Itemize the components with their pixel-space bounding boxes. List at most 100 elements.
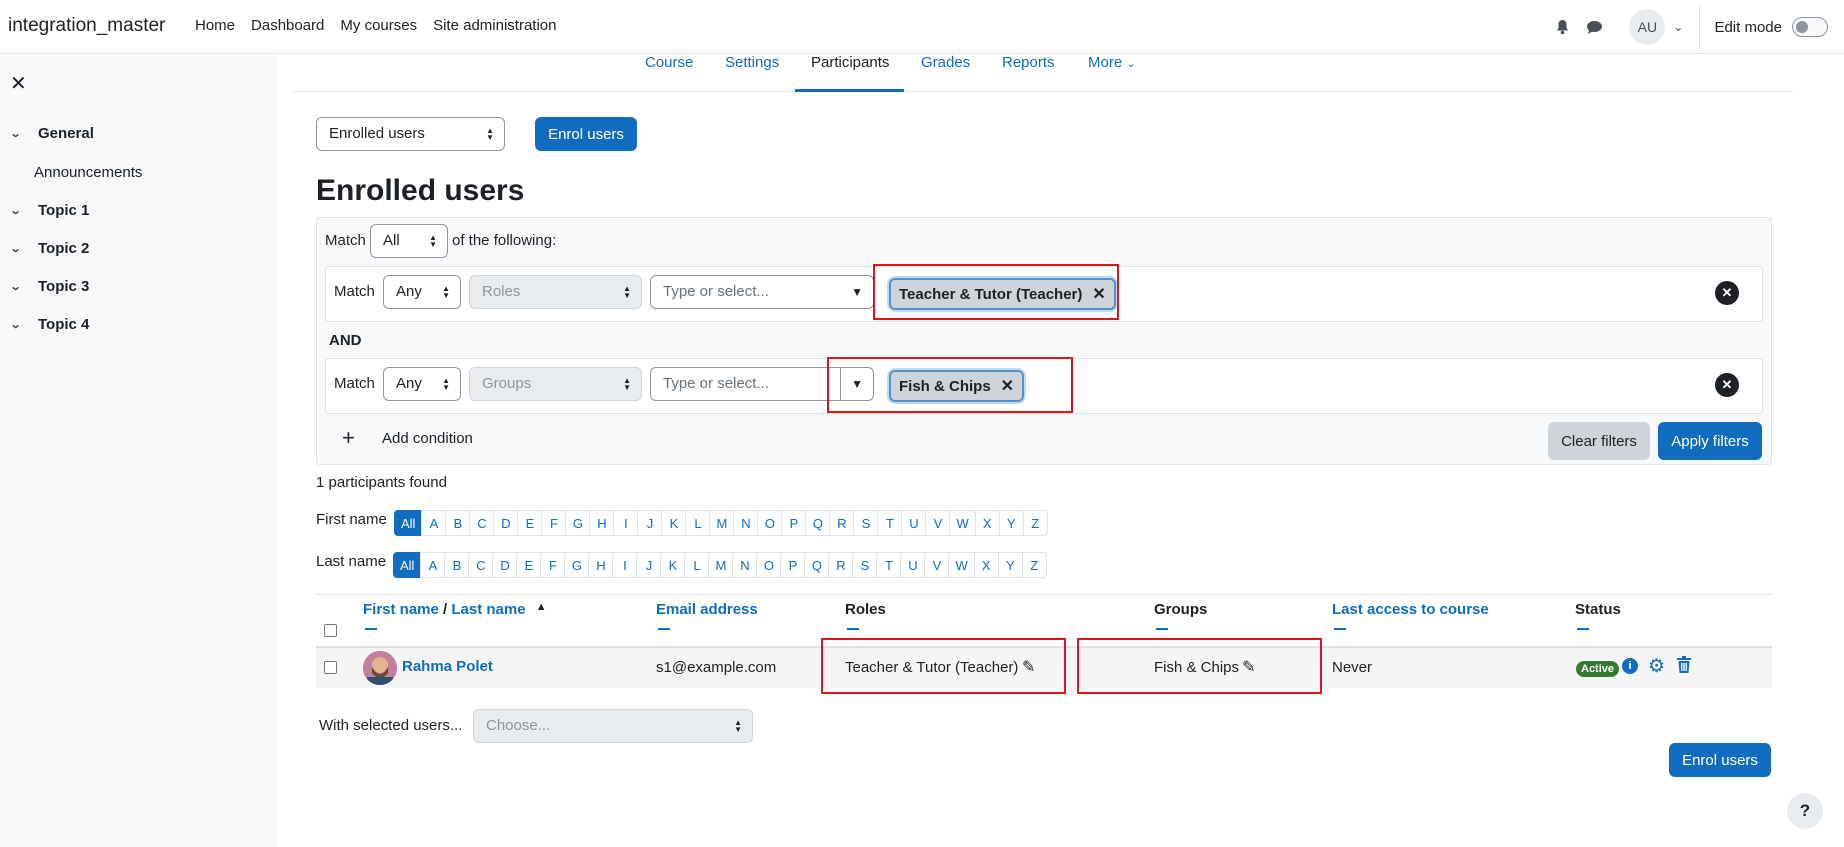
last-name-initial-o[interactable]: O bbox=[756, 552, 782, 578]
first-name-initial-r[interactable]: R bbox=[829, 510, 855, 536]
row-any-select[interactable]: Any ▲ ▼ bbox=[383, 367, 461, 401]
last-name-initial-h[interactable]: H bbox=[588, 552, 614, 578]
add-condition-button[interactable]: Add condition bbox=[382, 430, 473, 447]
apply-filters-button[interactable]: Apply filters bbox=[1658, 422, 1762, 460]
last-name-initial-w[interactable]: W bbox=[948, 552, 975, 578]
first-name-initial-k[interactable]: K bbox=[661, 510, 687, 536]
collapse-column-icon[interactable] bbox=[847, 628, 859, 630]
first-name-initial-q[interactable]: Q bbox=[805, 510, 831, 536]
tab-course[interactable]: Course bbox=[645, 54, 693, 71]
first-name-initial-i[interactable]: I bbox=[613, 510, 639, 536]
last-name-initial-u[interactable]: U bbox=[900, 552, 926, 578]
last-name-initial-a[interactable]: A bbox=[420, 552, 446, 578]
last-name-initial-y[interactable]: Y bbox=[997, 552, 1023, 578]
plus-icon[interactable]: + bbox=[342, 425, 355, 451]
participant-name-link[interactable]: Rahma Polet bbox=[402, 658, 493, 675]
tab-reports[interactable]: Reports bbox=[1002, 54, 1055, 71]
last-name-initial-e[interactable]: E bbox=[516, 552, 542, 578]
drawer-section-general[interactable]: ⌄ General bbox=[10, 125, 94, 142]
tab-settings[interactable]: Settings bbox=[725, 54, 779, 71]
user-avatar[interactable]: AU bbox=[1629, 9, 1666, 45]
last-name-initial-f[interactable]: F bbox=[540, 552, 566, 578]
messages-chat-icon[interactable] bbox=[1581, 14, 1607, 40]
last-name-initial-n[interactable]: N bbox=[732, 552, 758, 578]
last-name-initial-k[interactable]: K bbox=[660, 552, 686, 578]
tab-grades[interactable]: Grades bbox=[921, 54, 970, 71]
first-name-initial-v[interactable]: V bbox=[925, 510, 951, 536]
first-name-initial-n[interactable]: N bbox=[733, 510, 759, 536]
last-name-initial-t[interactable]: T bbox=[876, 552, 902, 578]
last-name-initial-r[interactable]: R bbox=[828, 552, 854, 578]
first-name-initial-y[interactable]: Y bbox=[998, 510, 1024, 536]
nav-link-my-courses[interactable]: My courses bbox=[340, 17, 417, 34]
first-name-initial-x[interactable]: X bbox=[974, 510, 1000, 536]
drawer-item-announcements[interactable]: Announcements bbox=[34, 164, 142, 181]
collapse-column-icon[interactable] bbox=[1156, 628, 1168, 630]
first-name-initial-all[interactable]: All bbox=[394, 510, 423, 536]
select-all-checkbox[interactable] bbox=[324, 624, 337, 637]
collapse-column-icon[interactable] bbox=[1577, 628, 1589, 630]
last-name-initial-p[interactable]: P bbox=[780, 552, 806, 578]
first-name-initial-w[interactable]: W bbox=[949, 510, 976, 536]
nav-link-site-administration[interactable]: Site administration bbox=[433, 17, 556, 34]
notification-bell-icon[interactable] bbox=[1549, 14, 1575, 40]
last-name-initial-z[interactable]: Z bbox=[1021, 552, 1047, 578]
tab-participants[interactable]: Participants bbox=[811, 54, 889, 71]
site-brand[interactable]: integration_master bbox=[8, 15, 165, 37]
collapse-column-icon[interactable] bbox=[1334, 628, 1346, 630]
help-button[interactable]: ? bbox=[1787, 793, 1823, 829]
user-menu-chevron-down-icon[interactable]: ⌄ bbox=[1673, 20, 1683, 34]
avatar[interactable] bbox=[363, 651, 397, 685]
nav-link-dashboard[interactable]: Dashboard bbox=[251, 17, 324, 34]
edit-mode-toggle[interactable] bbox=[1792, 17, 1828, 37]
last-name-initial-s[interactable]: S bbox=[852, 552, 878, 578]
first-name-initial-m[interactable]: M bbox=[709, 510, 735, 536]
first-name-initial-l[interactable]: L bbox=[685, 510, 711, 536]
first-name-initial-z[interactable]: Z bbox=[1022, 510, 1048, 536]
sort-last-access-link[interactable]: Last access to course bbox=[1332, 601, 1489, 618]
first-name-initial-g[interactable]: G bbox=[565, 510, 591, 536]
first-name-initial-b[interactable]: B bbox=[445, 510, 471, 536]
last-name-initial-c[interactable]: C bbox=[468, 552, 494, 578]
remove-filter-row-icon[interactable]: ✕ bbox=[1715, 281, 1739, 305]
match-all-select[interactable]: All ▲ ▼ bbox=[370, 224, 448, 258]
close-icon[interactable]: ✕ bbox=[10, 71, 27, 96]
first-name-initial-c[interactable]: C bbox=[469, 510, 495, 536]
sort-last-name-link[interactable]: Last name bbox=[451, 601, 525, 618]
first-name-initial-j[interactable]: J bbox=[637, 510, 663, 536]
dropdown-caret-icon[interactable]: ▼ bbox=[851, 283, 863, 301]
last-name-initial-q[interactable]: Q bbox=[804, 552, 830, 578]
roles-autocomplete-input[interactable]: Type or select... ▼ bbox=[650, 275, 874, 309]
last-name-initial-d[interactable]: D bbox=[492, 552, 518, 578]
trash-icon[interactable] bbox=[1677, 656, 1691, 678]
first-name-initial-f[interactable]: F bbox=[541, 510, 567, 536]
last-name-initial-j[interactable]: J bbox=[636, 552, 662, 578]
enrolment-info-icon[interactable]: i bbox=[1622, 658, 1638, 674]
row-any-select[interactable]: Any ▲ ▼ bbox=[383, 275, 461, 309]
last-name-initial-i[interactable]: I bbox=[612, 552, 638, 578]
last-name-initial-all[interactable]: All bbox=[393, 552, 422, 578]
drawer-section-topic-4[interactable]: ⌄ Topic 4 bbox=[10, 316, 90, 333]
drawer-section-topic-3[interactable]: ⌄ Topic 3 bbox=[10, 278, 90, 295]
clear-filters-button[interactable]: Clear filters bbox=[1548, 422, 1650, 460]
last-name-initial-x[interactable]: X bbox=[973, 552, 999, 578]
drawer-section-topic-1[interactable]: ⌄ Topic 1 bbox=[10, 202, 90, 219]
first-name-initial-d[interactable]: D bbox=[493, 510, 519, 536]
collapse-column-icon[interactable] bbox=[658, 628, 670, 630]
enrol-users-button[interactable]: Enrol users bbox=[535, 117, 637, 151]
first-name-initial-h[interactable]: H bbox=[589, 510, 615, 536]
last-name-initial-v[interactable]: V bbox=[924, 552, 950, 578]
nav-link-home[interactable]: Home bbox=[195, 17, 235, 34]
gear-icon[interactable]: ⚙ bbox=[1648, 655, 1665, 678]
sort-first-name-link[interactable]: First name bbox=[363, 601, 439, 618]
enrol-users-bottom-button[interactable]: Enrol users bbox=[1669, 743, 1771, 777]
last-name-initial-l[interactable]: L bbox=[684, 552, 710, 578]
remove-filter-row-icon[interactable]: ✕ bbox=[1715, 373, 1739, 397]
first-name-initial-a[interactable]: A bbox=[421, 510, 447, 536]
collapse-column-icon[interactable] bbox=[365, 628, 377, 630]
row-select-checkbox[interactable] bbox=[324, 661, 337, 674]
last-name-initial-m[interactable]: M bbox=[708, 552, 734, 578]
sort-email-link[interactable]: Email address bbox=[656, 601, 758, 618]
first-name-initial-e[interactable]: E bbox=[517, 510, 543, 536]
drawer-section-topic-2[interactable]: ⌄ Topic 2 bbox=[10, 240, 90, 257]
